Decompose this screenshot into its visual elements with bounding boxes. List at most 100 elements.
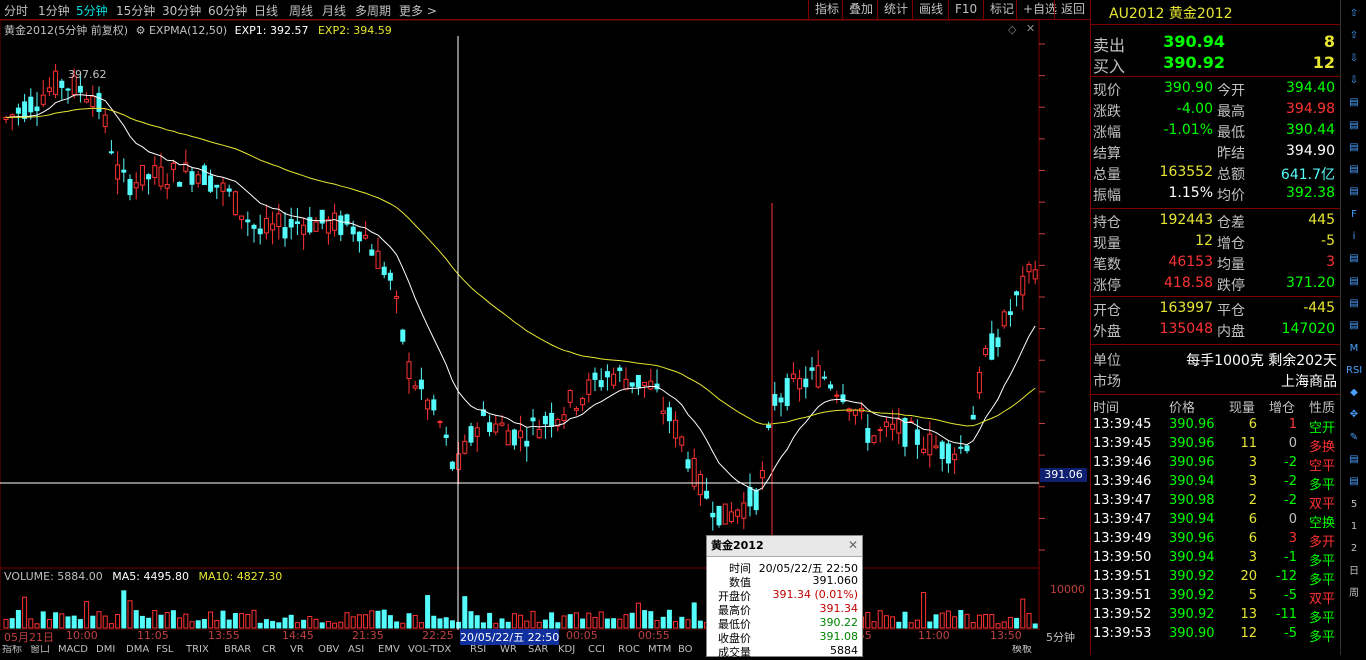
tick-cell: 390.96 (1169, 455, 1215, 470)
move-icon[interactable]: ✥ (1346, 407, 1362, 423)
indicator-tab[interactable]: BO (678, 645, 693, 655)
indicator-tab[interactable]: 指标 (2, 645, 22, 655)
pen-icon[interactable]: ✎ (1346, 430, 1362, 446)
indicator-tab[interactable]: 窗口 (30, 645, 50, 655)
tf-multi[interactable]: 多周期 (355, 2, 391, 19)
btn-indicator[interactable]: 指标 (808, 0, 845, 19)
indicator-tab[interactable]: WR (500, 645, 517, 655)
candle (1014, 290, 1020, 307)
tf-15min[interactable]: 15分钟 (116, 2, 155, 19)
down-arrow-icon[interactable]: ⇩ (1346, 51, 1362, 67)
volume-bar (195, 620, 201, 629)
5-icon[interactable]: 5 (1346, 497, 1362, 513)
indicator-tab[interactable]: VR (290, 645, 304, 655)
btn-back[interactable]: 返回 (1054, 0, 1091, 19)
tf-5min[interactable]: 5分钟 (76, 2, 108, 19)
rsi-icon[interactable]: RSI (1346, 363, 1362, 379)
list-icon[interactable]: ▤ (1346, 274, 1362, 290)
indicator-tab[interactable]: TRIX (186, 645, 209, 655)
list-icon[interactable]: ▤ (1346, 318, 1362, 334)
2-icon[interactable]: 2 (1346, 541, 1362, 557)
candlestick-chart[interactable] (0, 20, 1090, 568)
down-arrow-icon[interactable]: ⇩ (1346, 73, 1362, 89)
indicator-tab[interactable]: OBV (318, 645, 339, 655)
candle (549, 402, 555, 438)
list-icon[interactable]: ▤ (1346, 474, 1362, 490)
flag-icon[interactable]: ◆ (1346, 385, 1362, 401)
close-icon[interactable]: ✕ (848, 538, 858, 552)
list-icon[interactable]: ▤ (1346, 162, 1362, 178)
up-arrow-icon[interactable]: ⇧ (1346, 6, 1362, 22)
list-icon[interactable]: ▤ (1346, 95, 1362, 111)
indicator-tab[interactable]: FSL (156, 645, 174, 655)
tick-cell: 13:39:46 (1093, 455, 1152, 470)
list-icon[interactable]: ▤ (1346, 118, 1362, 134)
indicator-tab[interactable]: KDJ (558, 645, 575, 655)
indicator-name[interactable]: EXPMA(12,50) (149, 24, 227, 37)
tf-week[interactable]: 周线 (289, 2, 313, 19)
tooltip-value: 391.08 (819, 630, 859, 643)
list-icon[interactable]: ▤ (1346, 184, 1362, 200)
tf-day[interactable]: 日线 (254, 2, 278, 19)
fund-icon[interactable]: F (1346, 207, 1362, 223)
indicator-tab[interactable]: ROC (618, 645, 640, 655)
tf-fenshi[interactable]: 分时 (4, 2, 28, 19)
tick-cell: 13:39:45 (1093, 417, 1152, 432)
btn-stats[interactable]: 统计 (877, 0, 914, 19)
btn-f10[interactable]: F10 (948, 0, 983, 19)
indicator-tab[interactable]: EMV (378, 645, 400, 655)
close-icon[interactable]: ✕ (1026, 22, 1035, 35)
ma-icon[interactable]: M (1346, 341, 1362, 357)
indicator-tab[interactable]: DMI (96, 645, 115, 655)
indicator-tab[interactable]: VOL-TDX (408, 645, 451, 655)
quote-value: 12 (1195, 233, 1213, 249)
candle (865, 414, 871, 451)
volume-bar (177, 617, 183, 629)
tick-cell: 空换 (1309, 516, 1336, 531)
btn-mark[interactable]: 标记 (983, 0, 1020, 19)
info-icon[interactable]: i (1346, 229, 1362, 245)
indicator-tab[interactable]: BRAR (224, 645, 251, 655)
btn-draw[interactable]: 画线 (912, 0, 949, 19)
indicator-tab[interactable]: CR (262, 645, 276, 655)
day-icon[interactable]: 日 (1346, 564, 1362, 580)
candle (437, 419, 443, 429)
candle (555, 417, 561, 432)
col-price: 价格 (1169, 401, 1196, 416)
btn-overlay[interactable]: 叠加 (842, 0, 879, 19)
tooltip-key: 成交量 (718, 646, 751, 659)
1-icon[interactable]: 1 (1346, 519, 1362, 535)
candle (443, 426, 449, 446)
list-icon[interactable]: ▤ (1346, 452, 1362, 468)
tooltip-value: 391.34 (819, 602, 859, 615)
up-arrow-icon[interactable]: ⇧ (1346, 28, 1362, 44)
candle (375, 237, 381, 269)
indicator-tab[interactable]: MTM (648, 645, 671, 655)
list-icon[interactable]: ▤ (1346, 296, 1362, 312)
tf-60min[interactable]: 60分钟 (208, 2, 247, 19)
list-icon[interactable]: ▤ (1346, 140, 1362, 156)
list-icon[interactable]: ▤ (1346, 251, 1362, 267)
candle (803, 366, 809, 399)
tf-1min[interactable]: 1分钟 (38, 2, 70, 19)
candle (660, 396, 666, 425)
volume-bar (536, 621, 542, 629)
x-tick-label: 11:00 (918, 629, 950, 642)
indicator-tab[interactable]: SAR (528, 645, 548, 655)
tf-more[interactable]: 更多 > (399, 2, 437, 19)
indicator-tab[interactable]: RSI (470, 645, 486, 655)
tf-month[interactable]: 月线 (322, 2, 346, 19)
diamond-icon[interactable]: ◇ (1008, 23, 1016, 36)
settings-icon[interactable]: ⚙ (136, 24, 146, 37)
period-label[interactable]: 5分钟 (1046, 629, 1075, 645)
indicator-tab[interactable]: MACD (58, 645, 88, 655)
indicator-tab[interactable]: 模板 (1012, 645, 1032, 655)
week-icon[interactable]: 周 (1346, 586, 1362, 602)
candle (462, 434, 468, 455)
indicator-tab[interactable]: CCI (588, 645, 605, 655)
indicator-tab[interactable]: DMA (126, 645, 149, 655)
candle (3, 115, 9, 124)
candle (40, 80, 46, 108)
tf-30min[interactable]: 30分钟 (162, 2, 201, 19)
indicator-tab[interactable]: ASI (348, 645, 364, 655)
